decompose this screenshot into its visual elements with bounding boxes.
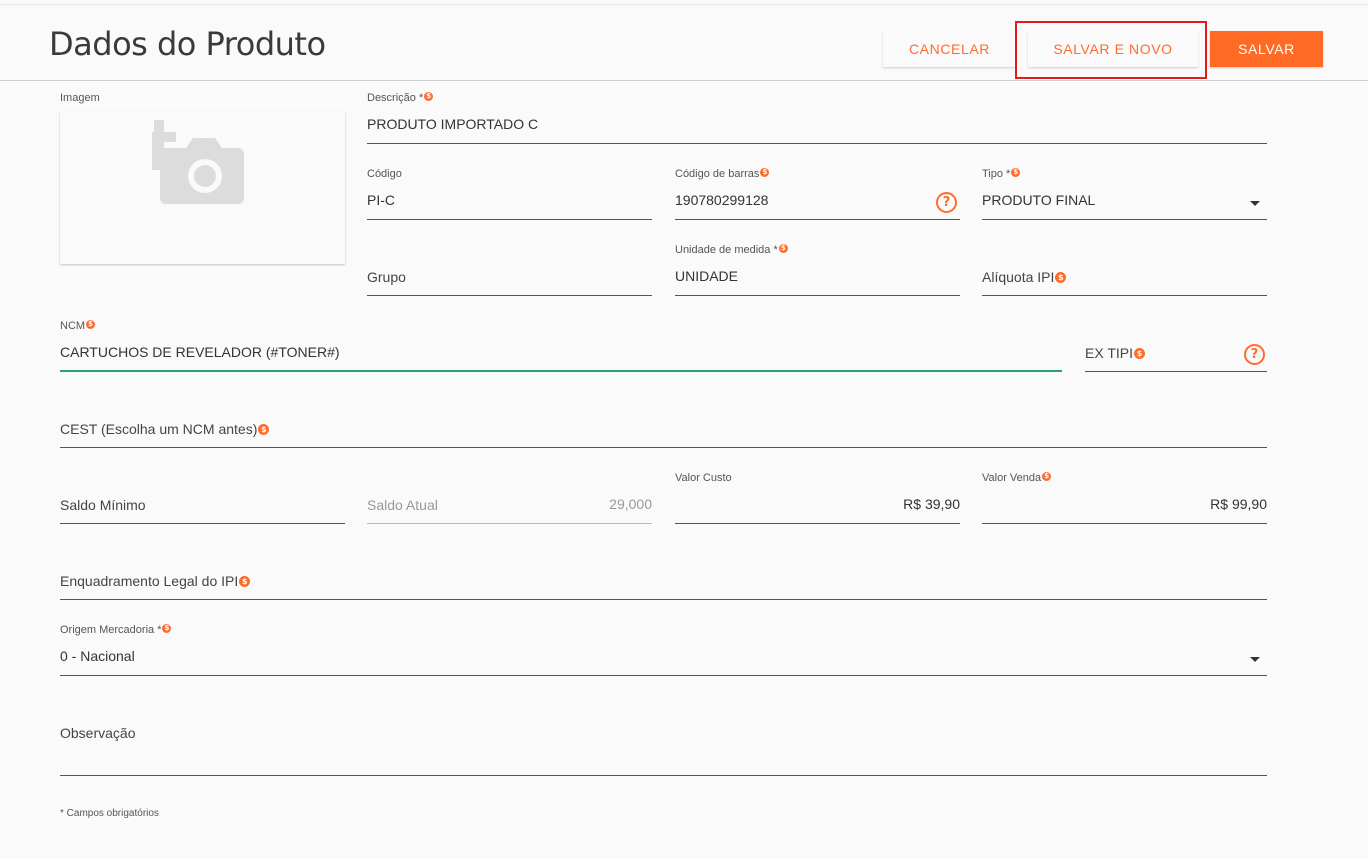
notes-underline bbox=[60, 775, 1267, 776]
chevron-down-icon[interactable] bbox=[1250, 657, 1260, 662]
ex-tipi-underline bbox=[1085, 371, 1267, 372]
cest-input[interactable]: CEST (Escolha um NCM antes) $ bbox=[60, 421, 270, 437]
code-input[interactable]: PI-C bbox=[367, 192, 395, 208]
sale-value-label: Valor Venda $ bbox=[982, 472, 1052, 484]
unit-label: Unidade de medida * $ bbox=[675, 244, 788, 256]
ncm-underline bbox=[60, 370, 1062, 372]
code-label: Código bbox=[367, 168, 402, 180]
page-header: Dados do Produto CANCELAR SALVAR E NOVO … bbox=[0, 5, 1368, 81]
cest-underline bbox=[60, 447, 1267, 448]
origin-select[interactable]: 0 - Nacional bbox=[60, 648, 135, 664]
barcode-input[interactable]: 190780299128 bbox=[675, 192, 768, 208]
dollar-icon: $ bbox=[760, 168, 770, 177]
dollar-icon: $ bbox=[1133, 348, 1145, 359]
sale-value-underline bbox=[982, 523, 1267, 524]
ex-tipi-input[interactable]: EX TIPI $ bbox=[1085, 345, 1145, 361]
dollar-icon: $ bbox=[239, 576, 251, 587]
origin-label: Origem Mercadoria * $ bbox=[60, 624, 172, 636]
dollar-icon: $ bbox=[1011, 168, 1021, 177]
unit-underline bbox=[675, 295, 960, 296]
add-photo-icon bbox=[152, 120, 244, 204]
ipi-legal-framework-input[interactable]: Enquadramento Legal do IPI $ bbox=[60, 573, 251, 589]
ipi-rate-input[interactable]: Alíquota IPI $ bbox=[982, 269, 1067, 285]
ncm-label: NCM $ bbox=[60, 320, 96, 332]
cancel-button[interactable]: CANCELAR bbox=[883, 31, 1016, 67]
save-button[interactable]: SALVAR bbox=[1210, 31, 1323, 67]
image-label: Imagem bbox=[60, 92, 100, 104]
description-underline bbox=[367, 143, 1267, 144]
origin-underline bbox=[60, 675, 1267, 676]
save-and-new-button[interactable]: SALVAR E NOVO bbox=[1028, 31, 1198, 67]
type-underline bbox=[982, 219, 1267, 220]
group-underline bbox=[367, 295, 652, 296]
notes-input[interactable]: Observação bbox=[60, 725, 135, 741]
dollar-icon: $ bbox=[778, 244, 788, 253]
dollar-icon: $ bbox=[424, 92, 434, 101]
current-stock-label: Saldo Atual bbox=[367, 497, 438, 513]
dollar-icon: $ bbox=[1055, 272, 1067, 283]
ipi-legal-framework-underline bbox=[60, 599, 1267, 600]
current-stock-underline bbox=[367, 523, 652, 524]
current-stock-value: 29,000 bbox=[609, 496, 652, 512]
barcode-label: Código de barras $ bbox=[675, 168, 770, 180]
group-input[interactable]: Grupo bbox=[367, 269, 406, 285]
min-stock-underline bbox=[60, 523, 345, 524]
page-title: Dados do Produto bbox=[49, 25, 326, 63]
description-label: Descrição * $ bbox=[367, 92, 434, 104]
min-stock-input[interactable]: Saldo Mínimo bbox=[60, 497, 146, 513]
help-icon[interactable]: ? bbox=[1244, 344, 1265, 365]
ncm-input[interactable]: CARTUCHOS DE REVELADOR (#TONER#) bbox=[60, 344, 340, 360]
dollar-icon: $ bbox=[258, 424, 270, 435]
dollar-icon: $ bbox=[162, 624, 172, 633]
sale-value-input[interactable]: R$ 99,90 bbox=[1067, 496, 1267, 512]
image-upload[interactable] bbox=[60, 112, 345, 264]
cost-value-underline bbox=[675, 523, 960, 524]
help-icon[interactable]: ? bbox=[936, 192, 957, 213]
required-fields-note: * Campos obrigatórios bbox=[60, 808, 159, 819]
ipi-rate-underline bbox=[982, 295, 1267, 296]
cost-value-label: Valor Custo bbox=[675, 472, 732, 484]
type-select[interactable]: PRODUTO FINAL bbox=[982, 192, 1095, 208]
unit-input[interactable]: UNIDADE bbox=[675, 268, 738, 284]
barcode-underline bbox=[675, 219, 960, 220]
dollar-icon: $ bbox=[86, 320, 96, 329]
chevron-down-icon[interactable] bbox=[1250, 201, 1260, 206]
type-label: Tipo * $ bbox=[982, 168, 1021, 180]
code-underline bbox=[367, 219, 652, 220]
dollar-icon: $ bbox=[1042, 472, 1052, 481]
description-input[interactable]: PRODUTO IMPORTADO C bbox=[367, 116, 538, 132]
cost-value-input[interactable]: R$ 39,90 bbox=[760, 496, 960, 512]
